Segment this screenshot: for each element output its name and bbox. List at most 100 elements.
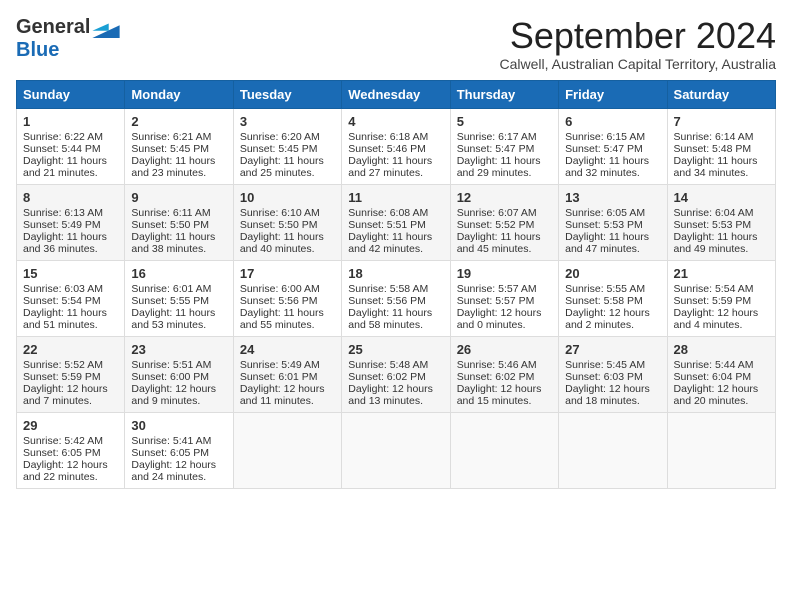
daylight-text: Daylight: 11 hours and 42 minutes. bbox=[348, 231, 443, 255]
table-row: 21Sunrise: 5:54 AMSunset: 5:59 PMDayligh… bbox=[667, 260, 775, 336]
sunrise-text: Sunrise: 6:08 AM bbox=[348, 207, 443, 219]
day-number: 17 bbox=[240, 266, 335, 281]
day-number: 9 bbox=[131, 190, 226, 205]
table-row: 29Sunrise: 5:42 AMSunset: 6:05 PMDayligh… bbox=[17, 412, 125, 488]
day-number: 16 bbox=[131, 266, 226, 281]
calendar-week-row: 22 Sunrise: 5:52 AMSunset: 5:59 PM Dayligh… bbox=[17, 336, 776, 412]
sunrise-text: Sunrise: 6:17 AM bbox=[457, 131, 552, 143]
sunset-text: Sunset: 5:53 PM bbox=[565, 219, 660, 231]
table-row bbox=[559, 412, 667, 488]
daylight-text: Daylight: 11 hours and 53 minutes. bbox=[131, 307, 226, 331]
sunset-text: Sunset: 5:57 PM bbox=[457, 295, 552, 307]
sunset-text: Sunset: 5:47 PM bbox=[565, 143, 660, 155]
sunrise-text: Sunrise: 6:15 AM bbox=[565, 131, 660, 143]
sunrise-text: Sunrise: 6:11 AM bbox=[131, 207, 226, 219]
sunset-text: Sunset: 5:53 PM bbox=[674, 219, 769, 231]
day-number: 6 bbox=[565, 114, 660, 129]
header-friday: Friday bbox=[559, 80, 667, 108]
sunset-text: Sunset: 5:49 PM bbox=[23, 219, 118, 231]
daylight-text: Daylight: 12 hours and 11 minutes. bbox=[240, 383, 335, 407]
sunrise-text: Sunrise: 6:13 AM bbox=[23, 207, 118, 219]
logo-blue: Blue bbox=[16, 39, 59, 61]
header-monday: Monday bbox=[125, 80, 233, 108]
header-saturday: Saturday bbox=[667, 80, 775, 108]
daylight-text: Daylight: 11 hours and 36 minutes. bbox=[23, 231, 118, 255]
day-number: 14 bbox=[674, 190, 769, 205]
sunset-text: Sunset: 5:56 PM bbox=[348, 295, 443, 307]
daylight-text: Daylight: 11 hours and 58 minutes. bbox=[348, 307, 443, 331]
daylight-text: Daylight: 11 hours and 40 minutes. bbox=[240, 231, 335, 255]
day-number: 5 bbox=[457, 114, 552, 129]
sunrise-text: Sunrise: 5:48 AM bbox=[348, 359, 443, 371]
day-number: 8 bbox=[23, 190, 118, 205]
table-row: 10Sunrise: 6:10 AMSunset: 5:50 PMDayligh… bbox=[233, 184, 341, 260]
logo-icon bbox=[92, 18, 120, 38]
sunrise-text: Sunrise: 6:07 AM bbox=[457, 207, 552, 219]
sunset-text: Sunset: 5:56 PM bbox=[240, 295, 335, 307]
logo-general: General bbox=[16, 16, 90, 39]
table-row: 6Sunrise: 6:15 AMSunset: 5:47 PMDaylight… bbox=[559, 108, 667, 184]
table-row: 14Sunrise: 6:04 AMSunset: 5:53 PMDayligh… bbox=[667, 184, 775, 260]
sunrise-text: Sunrise: 5:44 AM bbox=[674, 359, 769, 371]
sunset-text: Sunset: 5:48 PM bbox=[674, 143, 769, 155]
sunrise-text: Sunrise: 5:49 AM bbox=[240, 359, 335, 371]
sunrise-text: Sunrise: 5:54 AM bbox=[674, 283, 769, 295]
daylight-text: Daylight: 12 hours and 20 minutes. bbox=[674, 383, 769, 407]
sunset-text: Sunset: 6:04 PM bbox=[674, 371, 769, 383]
daylight-text: Daylight: 11 hours and 51 minutes. bbox=[23, 307, 118, 331]
table-row: 23Sunrise: 5:51 AMSunset: 6:00 PMDayligh… bbox=[125, 336, 233, 412]
day-number: 28 bbox=[674, 342, 769, 357]
daylight-text: Daylight: 11 hours and 29 minutes. bbox=[457, 155, 552, 179]
sunset-text: Sunset: 5:52 PM bbox=[457, 219, 552, 231]
header-thursday: Thursday bbox=[450, 80, 558, 108]
sunrise-text: Sunrise: 5:52 AM bbox=[23, 359, 118, 371]
sunset-text: Sunset: 6:00 PM bbox=[131, 371, 226, 383]
day-number: 10 bbox=[240, 190, 335, 205]
calendar-header-row: Sunday Monday Tuesday Wednesday Thursday… bbox=[17, 80, 776, 108]
day-number: 21 bbox=[674, 266, 769, 281]
calendar-week-row: 8Sunrise: 6:13 AMSunset: 5:49 PMDaylight… bbox=[17, 184, 776, 260]
sunrise-text: Sunrise: 5:45 AM bbox=[565, 359, 660, 371]
daylight-text: Daylight: 11 hours and 45 minutes. bbox=[457, 231, 552, 255]
sunset-text: Sunset: 5:50 PM bbox=[240, 219, 335, 231]
day-number: 3 bbox=[240, 114, 335, 129]
daylight-text: Daylight: 12 hours and 22 minutes. bbox=[23, 459, 118, 483]
day-number: 18 bbox=[348, 266, 443, 281]
header-wednesday: Wednesday bbox=[342, 80, 450, 108]
day-number: 24 bbox=[240, 342, 335, 357]
daylight-text: Daylight: 11 hours and 49 minutes. bbox=[674, 231, 769, 255]
sunset-text: Sunset: 5:44 PM bbox=[23, 143, 118, 155]
sunrise-text: Sunrise: 6:14 AM bbox=[674, 131, 769, 143]
day-number: 23 bbox=[131, 342, 226, 357]
table-row: 7Sunrise: 6:14 AMSunset: 5:48 PMDaylight… bbox=[667, 108, 775, 184]
sunrise-text: Sunrise: 6:18 AM bbox=[348, 131, 443, 143]
table-row: 19Sunrise: 5:57 AMSunset: 5:57 PMDayligh… bbox=[450, 260, 558, 336]
table-row: 3Sunrise: 6:20 AMSunset: 5:45 PMDaylight… bbox=[233, 108, 341, 184]
sunset-text: Sunset: 5:59 PM bbox=[23, 371, 118, 383]
table-row: 4Sunrise: 6:18 AMSunset: 5:46 PMDaylight… bbox=[342, 108, 450, 184]
table-row: 1Sunrise: 6:22 AMSunset: 5:44 PMDaylight… bbox=[17, 108, 125, 184]
table-row: 8 Sunrise: 6:13 AMSunset: 5:49 PMDaylight… bbox=[17, 184, 125, 260]
calendar-week-row: 1Sunrise: 6:22 AMSunset: 5:44 PMDaylight… bbox=[17, 108, 776, 184]
table-row: 22Sunrise: 5:52 AMSunset: 5:59 PMDayligh… bbox=[17, 336, 125, 412]
sunrise-text: Sunrise: 5:55 AM bbox=[565, 283, 660, 295]
day-number: 13 bbox=[565, 190, 660, 205]
sunrise-text: Sunrise: 6:00 AM bbox=[240, 283, 335, 295]
sunset-text: Sunset: 6:05 PM bbox=[131, 447, 226, 459]
table-row: 26Sunrise: 5:46 AMSunset: 6:02 PMDayligh… bbox=[450, 336, 558, 412]
day-number: 20 bbox=[565, 266, 660, 281]
calendar-table: Sunday Monday Tuesday Wednesday Thursday… bbox=[16, 80, 776, 489]
sunset-text: Sunset: 6:02 PM bbox=[457, 371, 552, 383]
sunset-text: Sunset: 5:45 PM bbox=[240, 143, 335, 155]
calendar-week-row: 29Sunrise: 5:42 AMSunset: 6:05 PMDayligh… bbox=[17, 412, 776, 488]
location-title: Calwell, Australian Capital Territory, A… bbox=[500, 56, 777, 72]
daylight-text: Daylight: 11 hours and 55 minutes. bbox=[240, 307, 335, 331]
month-title: September 2024 bbox=[500, 16, 777, 56]
sunset-text: Sunset: 5:51 PM bbox=[348, 219, 443, 231]
day-number: 22 bbox=[23, 342, 118, 357]
sunrise-text: Sunrise: 6:20 AM bbox=[240, 131, 335, 143]
sunset-text: Sunset: 5:59 PM bbox=[674, 295, 769, 307]
daylight-text: Daylight: 12 hours and 24 minutes. bbox=[131, 459, 226, 483]
sunrise-text: Sunrise: 6:22 AM bbox=[23, 131, 118, 143]
sunset-text: Sunset: 6:01 PM bbox=[240, 371, 335, 383]
